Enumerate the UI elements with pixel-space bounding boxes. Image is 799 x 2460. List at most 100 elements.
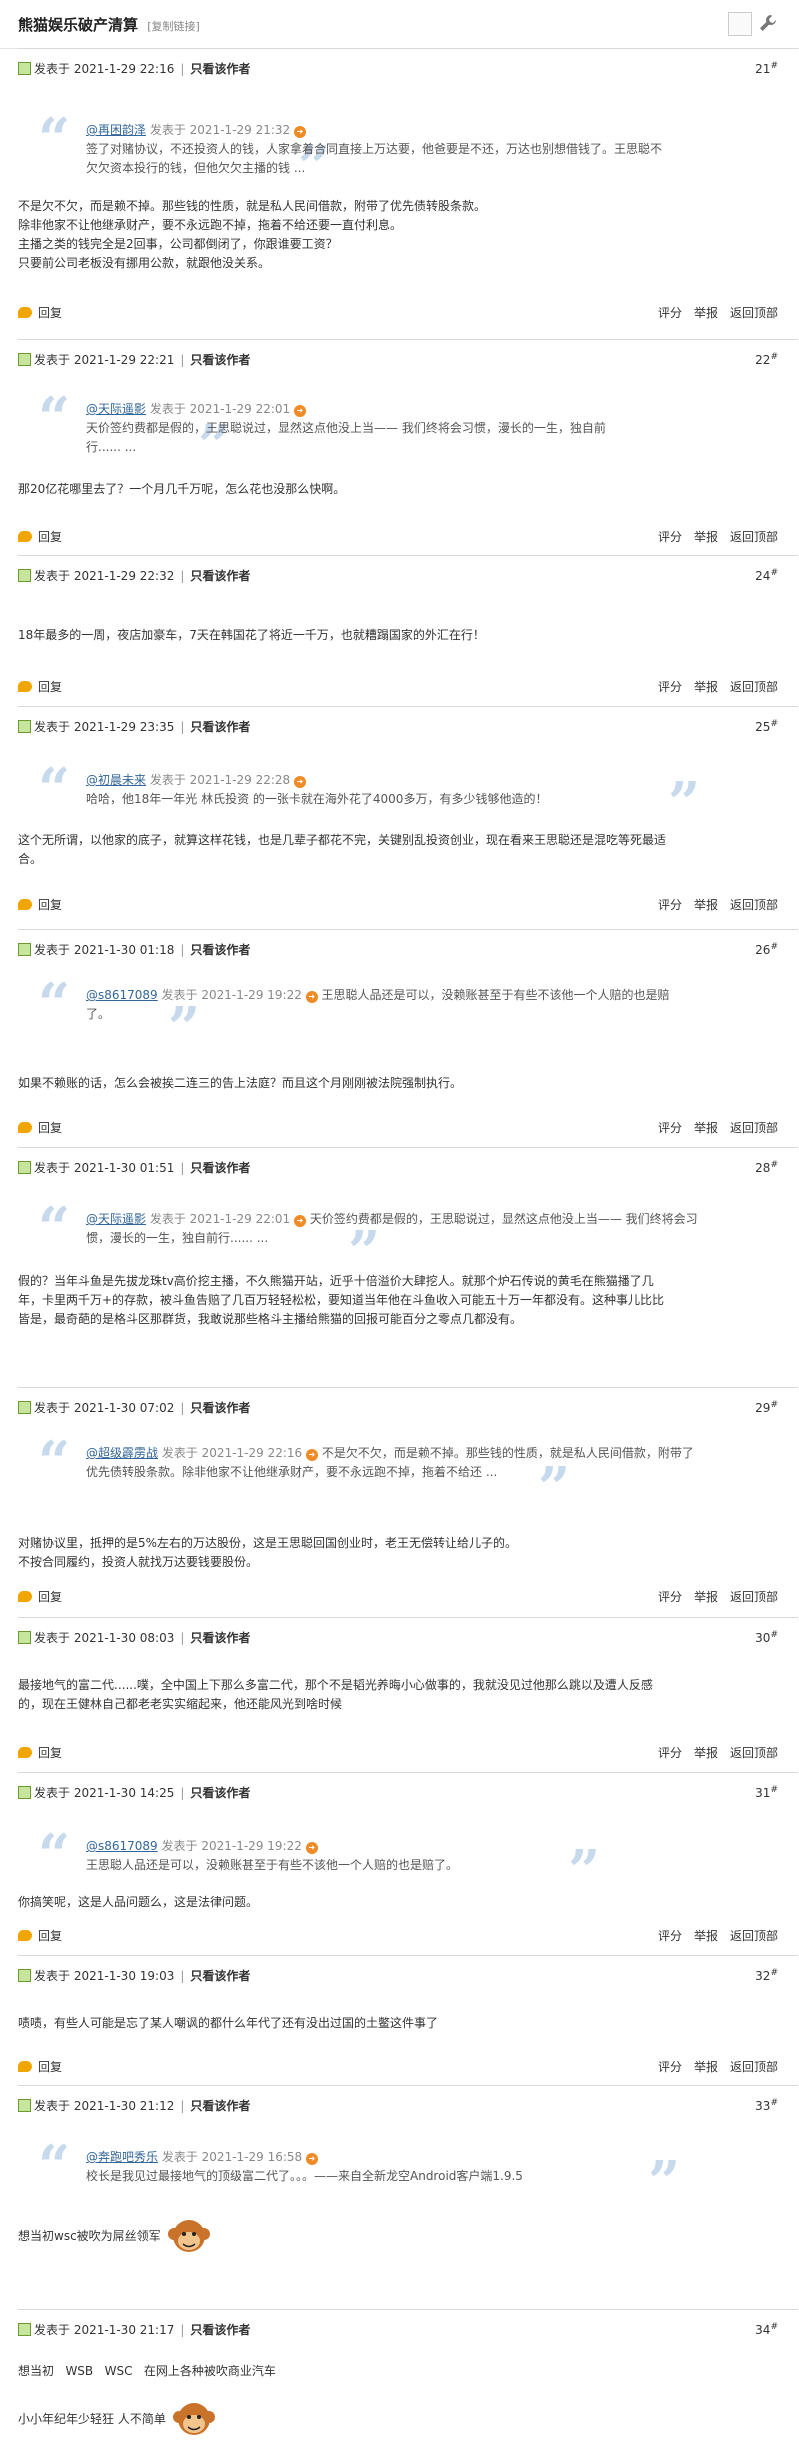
post-26: 发表于 2021-1-30 01:18 | 只看该作者 26# “ ” @s8617… (18, 929, 798, 1148)
report-button[interactable]: 举报 (694, 1121, 718, 1135)
go-to-post-icon[interactable]: ➜ (294, 776, 306, 788)
only-author-link[interactable]: 只看该作者 (190, 1786, 250, 1800)
quoted-user-link[interactable]: @天际遥影 (86, 402, 146, 416)
floor-sign: # (770, 942, 778, 952)
reply-button[interactable]: 回复 (18, 896, 62, 913)
post-body: 如果不赖账的话，怎么会被挨二连三的告上法庭？而且这个月刚刚被法院强制执行。 (18, 1074, 462, 1093)
copy-link-button[interactable]: [复制链接] (147, 20, 200, 33)
reply-button[interactable]: 回复 (18, 1119, 62, 1136)
back-to-top-button[interactable]: 返回顶部 (730, 306, 778, 320)
go-to-post-icon[interactable]: ➜ (294, 405, 306, 417)
only-author-link[interactable]: 只看该作者 (190, 2099, 250, 2113)
post-text: 的，现在王健林自己都老老实实缩起来，他还能风光到啥时候 (18, 1697, 343, 1711)
posted-label: 发表于 (34, 62, 71, 76)
quoted-user-link[interactable]: @再困韵泽 (86, 123, 146, 137)
rate-button[interactable]: 评分 (658, 2060, 682, 2074)
posted-label: 发表于 (34, 1631, 71, 1645)
only-author-link[interactable]: 只看该作者 (190, 720, 250, 734)
go-to-post-icon[interactable]: ➜ (305, 1842, 318, 1854)
go-to-post-icon[interactable]: ➜ (294, 1215, 306, 1227)
back-to-top-button[interactable]: 返回顶部 (730, 530, 778, 544)
post-date: 2021-1-30 01:18 (73, 943, 175, 957)
only-author-link[interactable]: 只看该作者 (190, 943, 250, 957)
toggle-button[interactable] (728, 12, 752, 36)
only-author-link[interactable]: 只看该作者 (190, 2323, 250, 2337)
rate-button[interactable]: 评分 (658, 1746, 682, 1760)
only-author-link[interactable]: 只看该作者 (190, 1969, 250, 1983)
post-body: 最接地气的富二代......噗，全中国上下那么多富二代，那个不是韬光养晦小心做事… (18, 1676, 653, 1714)
reply-button[interactable]: 回复 (18, 1927, 62, 1944)
rate-button[interactable]: 评分 (658, 530, 682, 544)
back-to-top-button[interactable]: 返回顶部 (730, 898, 778, 912)
report-button[interactable]: 举报 (694, 306, 718, 320)
wrench-icon[interactable] (758, 13, 778, 33)
floor-value: 29 (755, 1401, 771, 1415)
floor-number: 22# (755, 352, 778, 367)
quoted-user-link[interactable]: @奔跑吧秀乐 (86, 2150, 158, 2164)
post-meta: 发表于 2021-1-29 22:32 | 只看该作者 (18, 568, 250, 584)
go-to-post-icon[interactable]: ➜ (306, 1449, 318, 1461)
back-to-top-button[interactable]: 返回顶部 (730, 1746, 778, 1760)
post-text: 小小年纪年少轻狂 人不简单 (18, 2412, 166, 2426)
quoted-user-link[interactable]: @超级霹雳战 (86, 1446, 158, 1460)
only-author-link[interactable]: 只看该作者 (190, 1401, 250, 1415)
back-to-top-button[interactable]: 返回顶部 (730, 1929, 778, 1943)
reply-button[interactable]: 回复 (18, 1744, 62, 1761)
reply-button[interactable]: 回复 (18, 2058, 62, 2075)
post-body: 不是欠不欠，而是赖不掉。那些钱的性质，就是私人民间借款，附带了优先债转股条款。 … (18, 197, 486, 273)
only-author-link[interactable]: 只看该作者 (190, 569, 250, 583)
quoted-user-link[interactable]: @天际遥影 (86, 1212, 146, 1226)
go-to-post-icon[interactable]: ➜ (306, 2153, 318, 2165)
post-body: 这个无所谓，以他家的底子，就算这样花钱，也是几辈子都花不完，关键别乱投资创业，现… (18, 831, 666, 869)
report-button[interactable]: 举报 (694, 680, 718, 694)
report-button[interactable]: 举报 (694, 1929, 718, 1943)
back-to-top-button[interactable]: 返回顶部 (730, 1590, 778, 1604)
reply-label: 回复 (38, 680, 63, 694)
reply-button[interactable]: 回复 (18, 1588, 62, 1605)
quoted-user-link[interactable]: @s8617089 (86, 988, 158, 1002)
floor-number: 24# (755, 568, 778, 583)
report-button[interactable]: 举报 (694, 1590, 718, 1604)
only-author-link[interactable]: 只看该作者 (190, 353, 250, 367)
rate-button[interactable]: 评分 (658, 680, 682, 694)
rate-button[interactable]: 评分 (658, 898, 682, 912)
quote-time: 发表于 2021-1-29 22:01 (149, 402, 291, 416)
floor-sign: # (770, 1400, 778, 1410)
go-to-post-icon[interactable]: ➜ (305, 991, 318, 1003)
post-date: 2021-1-30 21:12 (73, 2099, 175, 2113)
only-author-link[interactable]: 只看该作者 (190, 1631, 250, 1645)
quote-block: “ ” @超级霹雳战 发表于 2021-1-29 22:16 ➜ 不是欠不欠，而… (38, 1434, 778, 1516)
posted-label: 发表于 (34, 2323, 71, 2337)
only-author-link[interactable]: 只看该作者 (190, 1161, 250, 1175)
only-author-link[interactable]: 只看该作者 (190, 62, 250, 76)
rate-button[interactable]: 评分 (658, 306, 682, 320)
quote-time: 发表于 2021-1-29 21:32 (149, 123, 291, 137)
reply-button[interactable]: 回复 (18, 678, 62, 695)
report-button[interactable]: 举报 (694, 1746, 718, 1760)
rate-button[interactable]: 评分 (658, 1590, 682, 1604)
rate-button[interactable]: 评分 (658, 1121, 682, 1135)
report-button[interactable]: 举报 (694, 898, 718, 912)
report-button[interactable]: 举报 (694, 530, 718, 544)
rate-button[interactable]: 评分 (658, 1929, 682, 1943)
post-meta: 发表于 2021-1-30 01:51 | 只看该作者 (18, 1160, 250, 1176)
floor-number: 21# (755, 61, 778, 76)
report-button[interactable]: 举报 (694, 2060, 718, 2074)
quoted-user-link[interactable]: @s8617089 (86, 1839, 158, 1853)
floor-value: 22 (755, 353, 771, 367)
reply-bubble-icon (18, 2061, 32, 2072)
reply-button[interactable]: 回复 (18, 528, 62, 545)
go-to-post-icon[interactable]: ➜ (294, 126, 306, 138)
quote-text: 签了对赌协议，不还投资人的钱，人家拿着合同直接上万达要，他爸要是不还，万达也别想… (86, 142, 663, 156)
quote-time: 发表于 2021-1-29 22:28 (149, 773, 291, 787)
online-status-icon (18, 1631, 31, 1644)
post-meta: 发表于 2021-1-30 14:25 | 只看该作者 (18, 1785, 250, 1801)
back-to-top-button[interactable]: 返回顶部 (730, 680, 778, 694)
reply-button[interactable]: 回复 (18, 304, 62, 321)
post-32: 发表于 2021-1-30 19:03 | 只看该作者 32# 啧啧，有些人可能是忘… (18, 1955, 798, 2086)
quoted-user-link[interactable]: @初晨未来 (86, 773, 146, 787)
back-to-top-button[interactable]: 返回顶部 (730, 2060, 778, 2074)
quote-open-icon: “ (38, 1822, 71, 1888)
back-to-top-button[interactable]: 返回顶部 (730, 1121, 778, 1135)
reply-label: 回复 (38, 1746, 63, 1760)
